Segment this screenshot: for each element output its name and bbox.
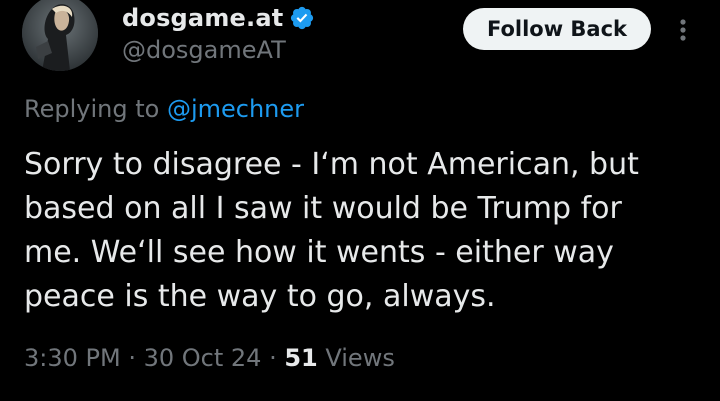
tweet-time[interactable]: 3:30 PM — [24, 344, 121, 372]
meta-separator: · — [120, 344, 144, 372]
replying-to-label: Replying to — [24, 95, 167, 123]
tweet-meta: 3:30 PM · 30 Oct 24 · 51 Views — [24, 344, 395, 372]
tweet-text: Sorry to disagree - I‘m not American, bu… — [24, 143, 704, 319]
tweet-text-line: me. We‘ll see how it wents - either way — [24, 235, 614, 270]
tweet-text-line: based on all I saw it would be Trump for — [24, 191, 622, 226]
user-handle[interactable]: @dosgameAT — [122, 36, 286, 64]
tweet-text-line: Sorry to disagree - I‘m not American, bu… — [24, 147, 639, 182]
avatar[interactable] — [22, 0, 98, 71]
tweet-text-line: peace is the way to go, always. — [24, 279, 496, 314]
display-name[interactable]: dosgame.at — [122, 4, 283, 32]
display-name-row: dosgame.at — [122, 2, 315, 34]
tweet-date[interactable]: 30 Oct 24 — [144, 344, 262, 372]
avatar-image — [22, 0, 98, 71]
verified-badge-icon[interactable] — [289, 5, 315, 31]
views-label: Views — [317, 344, 395, 372]
more-vertical-icon[interactable] — [672, 14, 694, 46]
views-count[interactable]: 51 — [284, 344, 317, 372]
follow-back-button[interactable]: Follow Back — [463, 8, 651, 50]
reply-mention-link[interactable]: @jmechner — [167, 95, 304, 123]
replying-to: Replying to @jmechner — [24, 95, 304, 123]
meta-separator: · — [261, 344, 285, 372]
